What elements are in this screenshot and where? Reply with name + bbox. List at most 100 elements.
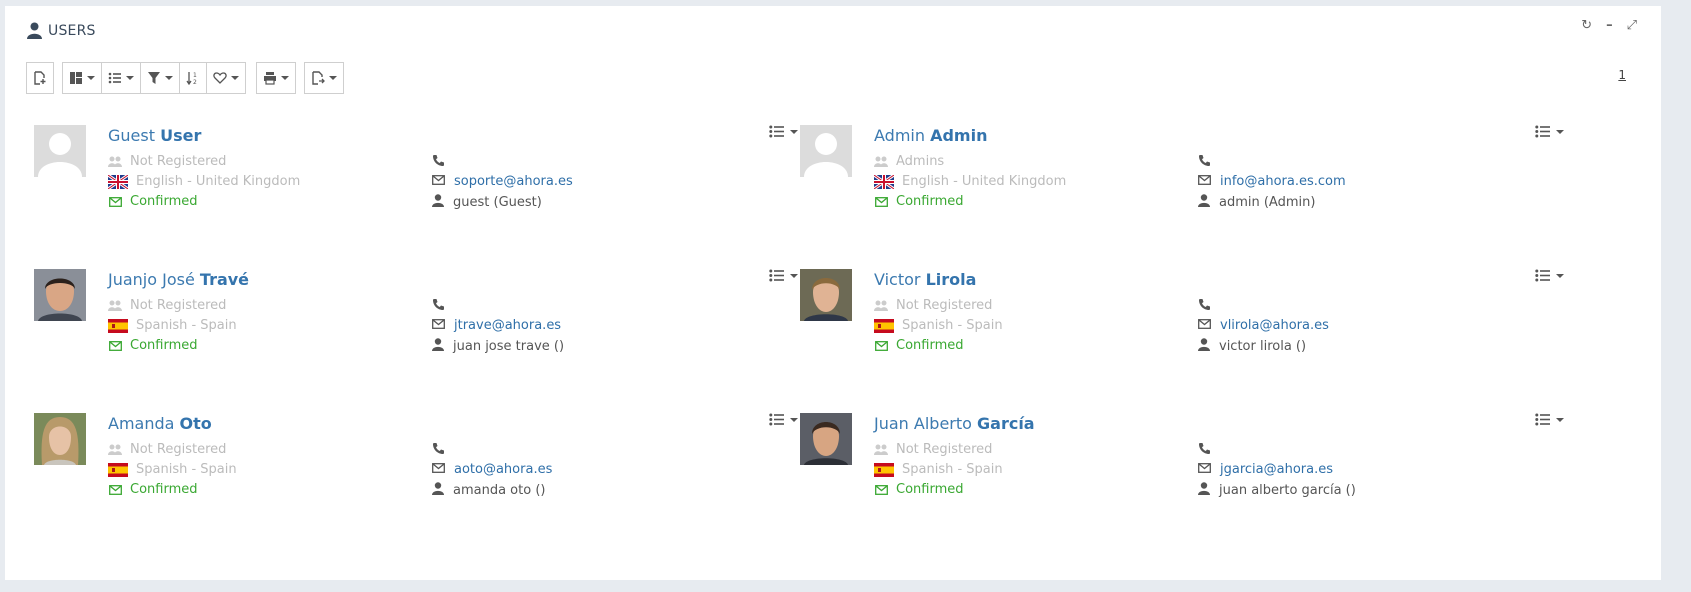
avatar [34,413,86,465]
maximize-icon[interactable]: ⤢ [1627,18,1637,33]
last-name: García [977,414,1035,433]
chevron-down-icon [1556,129,1564,134]
envelope-icon [108,196,122,208]
user-name[interactable]: Victor Lirola [874,270,976,289]
row-actions-menu[interactable] [1535,269,1564,282]
users-icon [874,156,888,168]
phone-icon [1198,298,1211,315]
user-email: jgarcia@ahora.es [1198,462,1333,477]
chevron-down-icon [231,76,239,80]
user-group: Admins [874,154,944,169]
layout-button[interactable] [63,63,102,93]
user-login: juan alberto garcía () [1198,482,1356,499]
list-icon [769,413,784,426]
svg-text:1: 1 [193,72,197,79]
list-icon [1535,269,1550,282]
phone-icon [1198,442,1211,459]
email-link[interactable]: vlirola@ahora.es [1220,318,1329,333]
envelope-icon [874,340,888,352]
uk-flag-icon [107,173,129,190]
spain-flag-icon [874,462,894,477]
envelope-icon [874,196,888,208]
heart-icon [213,72,227,84]
status-label: Confirmed [130,194,198,209]
row-actions-menu[interactable] [769,269,798,282]
envelope-icon [1198,462,1211,477]
language-label: English - United Kingdom [136,174,301,189]
status-label: Confirmed [896,338,964,353]
first-name: Admin [874,126,925,145]
email-link[interactable]: jtrave@ahora.es [454,318,561,333]
panel-title-text: USERS [48,22,96,39]
sort-button[interactable]: 1 2 [180,63,207,93]
email-link[interactable]: aoto@ahora.es [454,462,552,477]
user-card: Victor Lirola Not Registered Spanish - S… [800,269,1580,369]
last-name: Admin [930,126,988,145]
row-actions-menu[interactable] [1535,125,1564,138]
last-name: Oto [179,414,212,433]
row-actions-menu[interactable] [1535,413,1564,426]
user-phone [432,442,454,459]
user-name[interactable]: Amanda Oto [108,414,212,433]
user-name[interactable]: Guest User [108,126,201,145]
user-status: Confirmed [874,194,964,209]
page-number-link[interactable]: 1 [1618,68,1626,82]
list-icon [108,72,121,84]
user-name[interactable]: Juanjo José Travé [108,270,249,289]
users-icon [108,444,122,456]
phone-icon [432,298,445,315]
user-phone [1198,298,1220,315]
list-view-button[interactable] [102,63,141,93]
spain-flag-icon [874,318,894,333]
last-name: User [160,126,202,145]
new-button[interactable] [27,63,53,93]
export-button[interactable] [305,63,343,93]
email-link[interactable]: jgarcia@ahora.es [1220,462,1333,477]
user-group: Not Registered [108,442,226,457]
user-icon [432,482,444,499]
email-link[interactable]: info@ahora.es.com [1220,174,1346,189]
user-status: Confirmed [108,338,198,353]
chevron-down-icon [329,76,337,80]
envelope-icon [108,484,122,496]
envelope-icon [432,174,445,189]
chevron-down-icon [790,273,798,278]
envelope-icon [432,318,445,333]
filter-button[interactable] [141,63,180,93]
print-button[interactable] [257,63,295,93]
group-label: Not Registered [130,298,227,313]
user-email: info@ahora.es.com [1198,174,1346,189]
login-value: juan alberto garcía () [1219,483,1356,498]
spain-flag-icon [108,318,128,333]
print-icon [264,72,276,85]
login-value: guest (Guest) [453,195,542,210]
chevron-down-icon [1556,273,1564,278]
first-name: Juan Alberto [874,414,972,433]
user-icon [1198,194,1210,211]
minimize-icon[interactable]: – [1606,18,1613,33]
chevron-down-icon [126,76,134,80]
envelope-icon [874,484,888,496]
status-label: Confirmed [130,338,198,353]
user-phone [1198,154,1220,171]
group-label: Not Registered [896,298,993,313]
favorites-button[interactable] [207,63,245,93]
login-value: amanda oto () [453,483,546,498]
avatar [34,269,86,321]
refresh-icon[interactable]: ↻ [1581,18,1592,33]
status-label: Confirmed [896,482,964,497]
email-link[interactable]: soporte@ahora.es [454,174,573,189]
row-actions-menu[interactable] [769,125,798,138]
user-group: Not Registered [874,442,992,457]
envelope-icon [1198,174,1211,189]
phone-icon [1198,154,1211,171]
row-actions-menu[interactable] [769,413,798,426]
user-name[interactable]: Admin Admin [874,126,987,145]
user-card: Admin Admin Admins English - United King… [800,125,1580,225]
user-phone [432,154,454,171]
user-name[interactable]: Juan Alberto García [874,414,1035,433]
user-email: jtrave@ahora.es [432,318,561,333]
language-label: Spanish - Spain [136,318,237,333]
list-icon [1535,413,1550,426]
last-name: Lirola [925,270,977,289]
